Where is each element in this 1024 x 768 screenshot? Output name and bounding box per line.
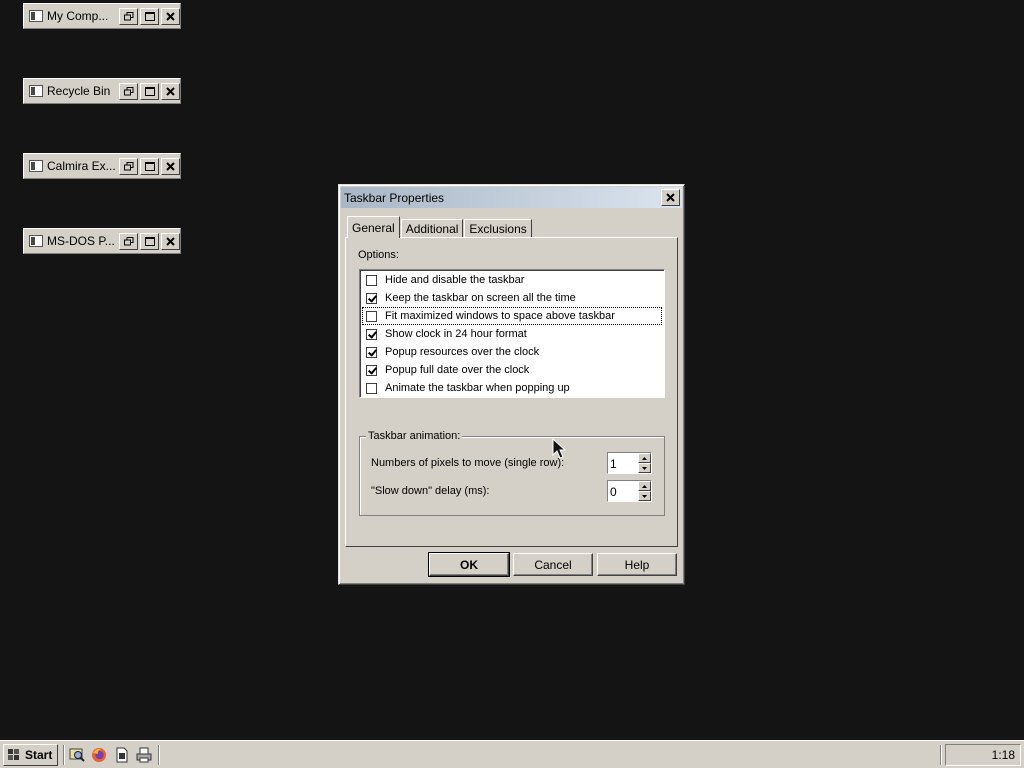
close-icon[interactable] [161, 82, 180, 100]
taskbar-properties-dialog: Taskbar Properties General Additional Ex… [338, 184, 685, 585]
tab-general[interactable]: General [347, 216, 400, 238]
option-label: Fit maximized windows to space above tas… [385, 310, 615, 322]
option-animate-taskbar[interactable]: Animate the taskbar when popping up [362, 379, 662, 397]
printer-icon[interactable] [136, 747, 152, 763]
option-label: Animate the taskbar when popping up [385, 382, 570, 394]
window-app-icon [29, 85, 43, 97]
window-title: MS-DOS P... [47, 234, 115, 248]
dialog-title: Taskbar Properties [344, 190, 445, 205]
restore-icon[interactable] [119, 7, 138, 25]
maximize-icon[interactable] [140, 82, 159, 100]
explorer-icon[interactable] [69, 747, 85, 763]
option-popup-full-date[interactable]: Popup full date over the clock [362, 361, 662, 379]
window-title: Recycle Bin [47, 84, 111, 98]
close-icon[interactable] [161, 157, 180, 175]
slow-down-delay-label: "Slow down" delay (ms): [371, 485, 490, 497]
checkbox[interactable] [366, 364, 377, 376]
document-icon[interactable] [114, 747, 130, 763]
maximize-icon[interactable] [140, 7, 159, 25]
restore-icon[interactable] [119, 232, 138, 250]
window-title: My Comp... [47, 9, 109, 23]
close-icon[interactable] [161, 7, 180, 25]
option-label: Show clock in 24 hour format [385, 328, 527, 340]
window-app-icon [29, 235, 43, 247]
restore-icon[interactable] [119, 157, 138, 175]
tab-exclusions[interactable]: Exclusions [464, 219, 532, 238]
maximize-icon[interactable] [140, 232, 159, 250]
taskbar-separator [158, 745, 160, 765]
option-label: Hide and disable the taskbar [385, 274, 525, 286]
slow-down-delay-input[interactable] [608, 481, 638, 501]
minimized-window-ms-dos-prompt[interactable]: MS-DOS P... [23, 228, 181, 254]
spin-down-icon[interactable] [638, 491, 651, 501]
close-icon[interactable] [161, 232, 180, 250]
option-popup-resources[interactable]: Popup resources over the clock [362, 343, 662, 361]
checkbox[interactable] [366, 274, 377, 286]
firefox-icon[interactable] [91, 747, 107, 763]
close-icon[interactable] [661, 189, 680, 206]
checkbox[interactable] [366, 292, 377, 304]
option-hide-taskbar[interactable]: Hide and disable the taskbar [362, 271, 662, 289]
system-tray: 1:18 [945, 744, 1021, 766]
option-label: Popup resources over the clock [385, 346, 540, 358]
option-keep-on-screen[interactable]: Keep the taskbar on screen all the time [362, 289, 662, 307]
restore-icon[interactable] [119, 82, 138, 100]
checkbox[interactable] [366, 346, 377, 358]
slow-down-delay-spinner[interactable] [607, 480, 652, 502]
ok-button[interactable]: OK [428, 552, 510, 577]
minimized-window-my-computer[interactable]: My Comp... [23, 3, 181, 29]
options-checklist: Hide and disable the taskbar Keep the ta… [359, 269, 665, 398]
pixels-to-move-input[interactable] [608, 453, 638, 473]
start-logo-icon [8, 749, 19, 760]
tray-separator [940, 745, 942, 765]
options-label: Options: [358, 249, 399, 261]
cancel-button[interactable]: Cancel [513, 553, 593, 576]
pixels-to-move-spinner[interactable] [607, 452, 652, 474]
start-button[interactable]: Start [3, 744, 58, 766]
spin-up-icon[interactable] [638, 453, 651, 463]
pixels-to-move-label: Numbers of pixels to move (single row): [371, 457, 565, 469]
option-24-hour-clock[interactable]: Show clock in 24 hour format [362, 325, 662, 343]
taskbar: Start 1:18 [0, 740, 1024, 768]
group-title: Taskbar animation: [366, 430, 463, 442]
spin-down-icon[interactable] [638, 463, 651, 473]
help-button[interactable]: Help [597, 553, 677, 576]
option-label: Keep the taskbar on screen all the time [385, 292, 576, 304]
minimized-window-recycle-bin[interactable]: Recycle Bin [23, 78, 181, 104]
minimized-window-calmira-explorer[interactable]: Calmira Ex... [23, 153, 181, 179]
window-app-icon [29, 160, 43, 172]
option-fit-maximized[interactable]: Fit maximized windows to space above tas… [362, 307, 662, 325]
clock[interactable]: 1:18 [992, 748, 1015, 762]
maximize-icon[interactable] [140, 157, 159, 175]
start-label: Start [25, 748, 53, 762]
checkbox[interactable] [366, 382, 377, 394]
window-app-icon [29, 10, 43, 22]
spin-up-icon[interactable] [638, 481, 651, 491]
window-title: Calmira Ex... [47, 159, 116, 173]
taskbar-separator [63, 745, 65, 765]
option-label: Popup full date over the clock [385, 364, 530, 376]
checkbox[interactable] [366, 310, 377, 322]
tab-additional[interactable]: Additional [400, 219, 464, 238]
mouse-cursor-icon [552, 438, 566, 459]
dialog-titlebar[interactable]: Taskbar Properties [341, 187, 682, 208]
checkbox[interactable] [366, 328, 377, 340]
tab-strip: General Additional Exclusions [347, 216, 533, 238]
taskbar-animation-group: Taskbar animation: Numbers of pixels to … [359, 430, 665, 516]
